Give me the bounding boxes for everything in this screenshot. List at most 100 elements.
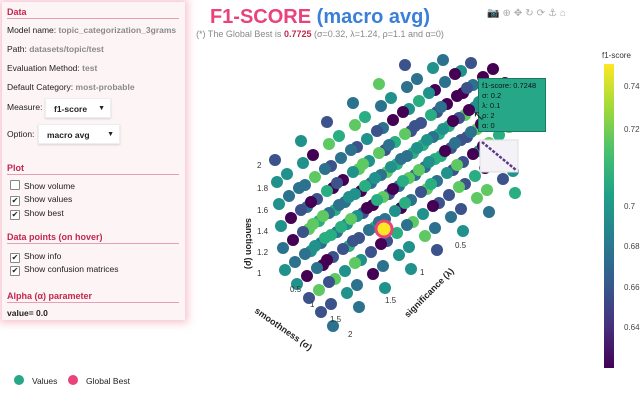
scatter-point[interactable] — [333, 199, 345, 211]
scatter-point[interactable] — [353, 301, 365, 313]
scatter-point[interactable] — [367, 268, 379, 280]
scatter-point[interactable] — [439, 145, 451, 157]
scatter-point[interactable] — [423, 156, 435, 168]
scatter-point[interactable] — [281, 168, 293, 180]
scatter-point[interactable] — [497, 173, 509, 185]
scatter-point[interactable] — [387, 183, 399, 195]
scatter-point[interactable] — [425, 109, 437, 121]
scatter-point[interactable] — [417, 208, 429, 220]
scatter-point[interactable] — [321, 254, 333, 266]
scatter-point[interactable] — [343, 191, 355, 203]
scatter-point[interactable] — [377, 260, 389, 272]
scatter-point[interactable] — [279, 264, 291, 276]
scatter-point[interactable] — [299, 248, 311, 260]
scatter-point[interactable] — [331, 177, 343, 189]
scatter-point[interactable] — [369, 172, 381, 184]
scatter-3d-plot[interactable]: 2 1.8 1.6 1.4 1.2 1 0.5 1 1.5 2 0.5 1 1.… — [0, 0, 640, 394]
scatter-point[interactable] — [289, 256, 301, 268]
scatter-point[interactable] — [373, 78, 385, 90]
scatter-point[interactable] — [437, 123, 449, 135]
scatter-point[interactable] — [431, 244, 443, 256]
scatter-point[interactable] — [347, 97, 359, 109]
scatter-point[interactable] — [413, 95, 425, 107]
scatter-point[interactable] — [313, 284, 325, 296]
scatter-point[interactable] — [309, 171, 321, 183]
scatter-point[interactable] — [461, 82, 473, 94]
scatter-point[interactable] — [409, 120, 421, 132]
scatter-point[interactable] — [449, 137, 461, 149]
scatter-point[interactable] — [345, 144, 357, 156]
scatter-point[interactable] — [453, 181, 465, 193]
scatter-point[interactable] — [393, 249, 405, 261]
scatter-point[interactable] — [359, 180, 371, 192]
scatter-point[interactable] — [319, 232, 331, 244]
scatter-point[interactable] — [467, 148, 479, 160]
scatter-point[interactable] — [445, 211, 457, 223]
scatter-point[interactable] — [311, 262, 323, 274]
scatter-point[interactable] — [387, 114, 399, 126]
scatter-point[interactable] — [321, 116, 333, 128]
scatter-point[interactable] — [307, 149, 319, 161]
scatter-point[interactable] — [277, 242, 289, 254]
scatter-point[interactable] — [347, 166, 359, 178]
scatter-point[interactable] — [301, 270, 313, 282]
scatter-point[interactable] — [305, 196, 317, 208]
scatter-point[interactable] — [349, 119, 361, 131]
scatter-point[interactable] — [351, 279, 363, 291]
scatter-point[interactable] — [373, 147, 385, 159]
scatter-point[interactable] — [401, 219, 413, 231]
scatter-point[interactable] — [455, 203, 467, 215]
scatter-point[interactable] — [395, 153, 407, 165]
scatter-point[interactable] — [307, 218, 319, 230]
scatter-point[interactable] — [457, 225, 469, 237]
scatter-point[interactable] — [411, 142, 423, 154]
scatter-point[interactable] — [361, 133, 373, 145]
scatter-point[interactable] — [383, 139, 395, 151]
scatter-point[interactable] — [325, 298, 337, 310]
scatter-point[interactable] — [345, 213, 357, 225]
scatter-point[interactable] — [349, 257, 361, 269]
scatter-point[interactable] — [339, 265, 351, 277]
scatter-point[interactable] — [385, 92, 397, 104]
scatter-point[interactable] — [443, 189, 455, 201]
scatter-point[interactable] — [439, 76, 451, 88]
scatter-point[interactable] — [483, 206, 495, 218]
scatter-point[interactable] — [361, 202, 373, 214]
scatter-point[interactable] — [293, 182, 305, 194]
scatter-point[interactable] — [465, 57, 477, 69]
scatter-point[interactable] — [379, 282, 391, 294]
scatter-point[interactable] — [375, 100, 387, 112]
scatter-point[interactable] — [399, 59, 411, 71]
scatter-point[interactable] — [323, 138, 335, 150]
scatter-point[interactable] — [283, 190, 295, 202]
scatter-point[interactable] — [465, 126, 477, 138]
scatter-point[interactable] — [447, 115, 459, 127]
scatter-point[interactable] — [323, 276, 335, 288]
scatter-point[interactable] — [317, 210, 329, 222]
scatter-point[interactable] — [425, 178, 437, 190]
scatter-point[interactable] — [297, 157, 309, 169]
scatter-point[interactable] — [365, 246, 377, 258]
scatter-point[interactable] — [397, 106, 409, 118]
scatter-point[interactable] — [487, 63, 499, 75]
scatter-point[interactable] — [341, 287, 353, 299]
scatter-point[interactable] — [405, 263, 417, 275]
scatter-point[interactable] — [389, 205, 401, 217]
scatter-point[interactable] — [509, 187, 521, 199]
scatter-point[interactable] — [309, 240, 321, 252]
scatter-point[interactable] — [419, 230, 431, 242]
scatter-point[interactable] — [403, 241, 415, 253]
scatter-point[interactable] — [375, 238, 387, 250]
scatter-point[interactable] — [441, 167, 453, 179]
scatter-point[interactable] — [359, 111, 371, 123]
scatter-point[interactable] — [321, 185, 333, 197]
scatter-point[interactable] — [471, 192, 483, 204]
scatter-point[interactable] — [335, 152, 347, 164]
scatter-point[interactable] — [451, 90, 463, 102]
global-best-point[interactable] — [374, 219, 394, 239]
scatter-point[interactable] — [435, 101, 447, 113]
scatter-point[interactable] — [437, 54, 449, 66]
scatter-point[interactable] — [427, 62, 439, 74]
scatter-point[interactable] — [385, 161, 397, 173]
scatter-point[interactable] — [411, 73, 423, 85]
